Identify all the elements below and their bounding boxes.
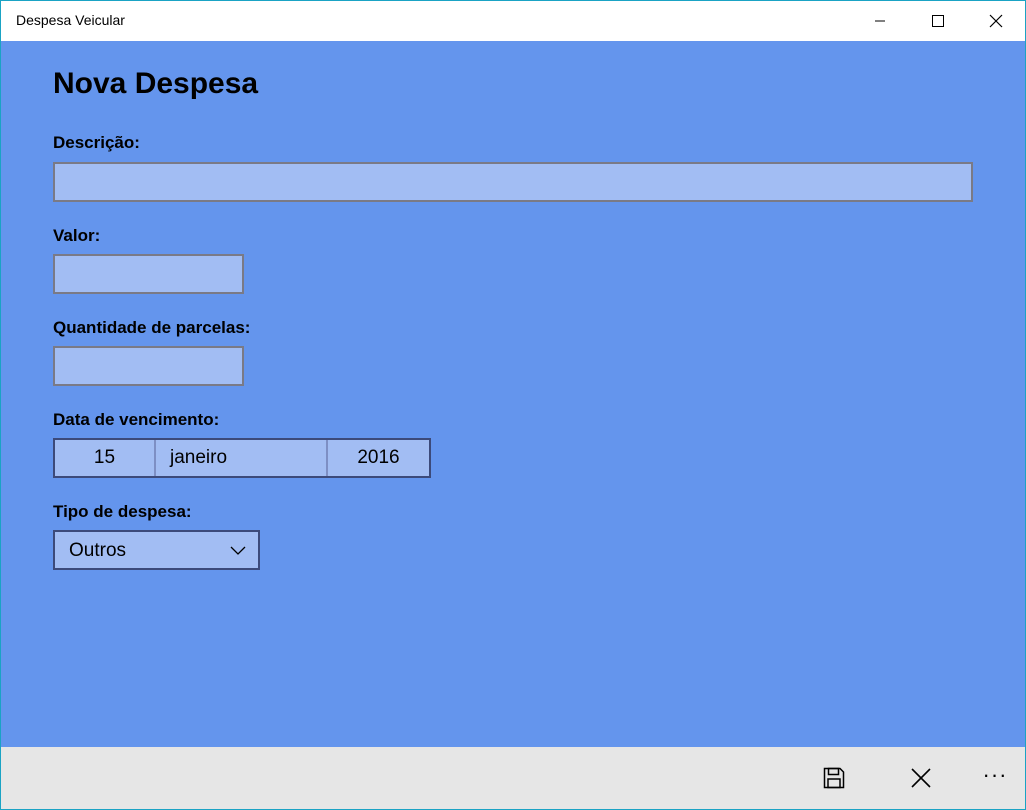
page-title: Nova Despesa xyxy=(53,67,259,100)
date-year[interactable]: 2016 xyxy=(328,440,429,476)
descricao-label: Descrição: xyxy=(53,133,140,152)
close-icon xyxy=(989,14,1003,28)
parcelas-input[interactable] xyxy=(53,346,244,386)
minimize-button[interactable] xyxy=(851,1,909,41)
minimize-icon xyxy=(875,20,885,22)
command-bar: ··· xyxy=(1,747,1025,809)
date-month[interactable]: janeiro xyxy=(156,440,328,476)
vencimento-label: Data de vencimento: xyxy=(53,410,220,429)
cancel-icon xyxy=(911,768,931,788)
valor-input[interactable] xyxy=(53,254,244,294)
parcelas-label: Quantidade de parcelas: xyxy=(53,318,251,337)
tipo-combobox[interactable]: Outros xyxy=(53,530,260,570)
tipo-label: Tipo de despesa: xyxy=(53,502,192,521)
chevron-down-icon xyxy=(230,546,246,555)
tipo-selected-value: Outros xyxy=(69,540,127,561)
more-icon: ··· xyxy=(982,762,1008,787)
window-title: Despesa Veicular xyxy=(16,12,125,28)
close-button[interactable] xyxy=(967,1,1025,41)
app-window: Despesa Veicular Nova Despesa Descrição:… xyxy=(0,0,1026,810)
save-icon xyxy=(823,767,845,789)
more-button[interactable]: ··· xyxy=(967,747,1023,809)
descricao-input[interactable] xyxy=(53,162,973,202)
date-day[interactable]: 15 xyxy=(55,440,156,476)
save-button[interactable] xyxy=(806,747,862,809)
maximize-button[interactable] xyxy=(909,1,967,41)
cancel-button[interactable] xyxy=(893,747,949,809)
form-area: Nova Despesa Descrição: Valor: Quantidad… xyxy=(1,41,1025,747)
title-bar: Despesa Veicular xyxy=(1,1,1025,41)
valor-label: Valor: xyxy=(53,226,101,245)
date-picker[interactable]: 15 janeiro 2016 xyxy=(53,438,431,478)
maximize-icon xyxy=(932,15,944,27)
